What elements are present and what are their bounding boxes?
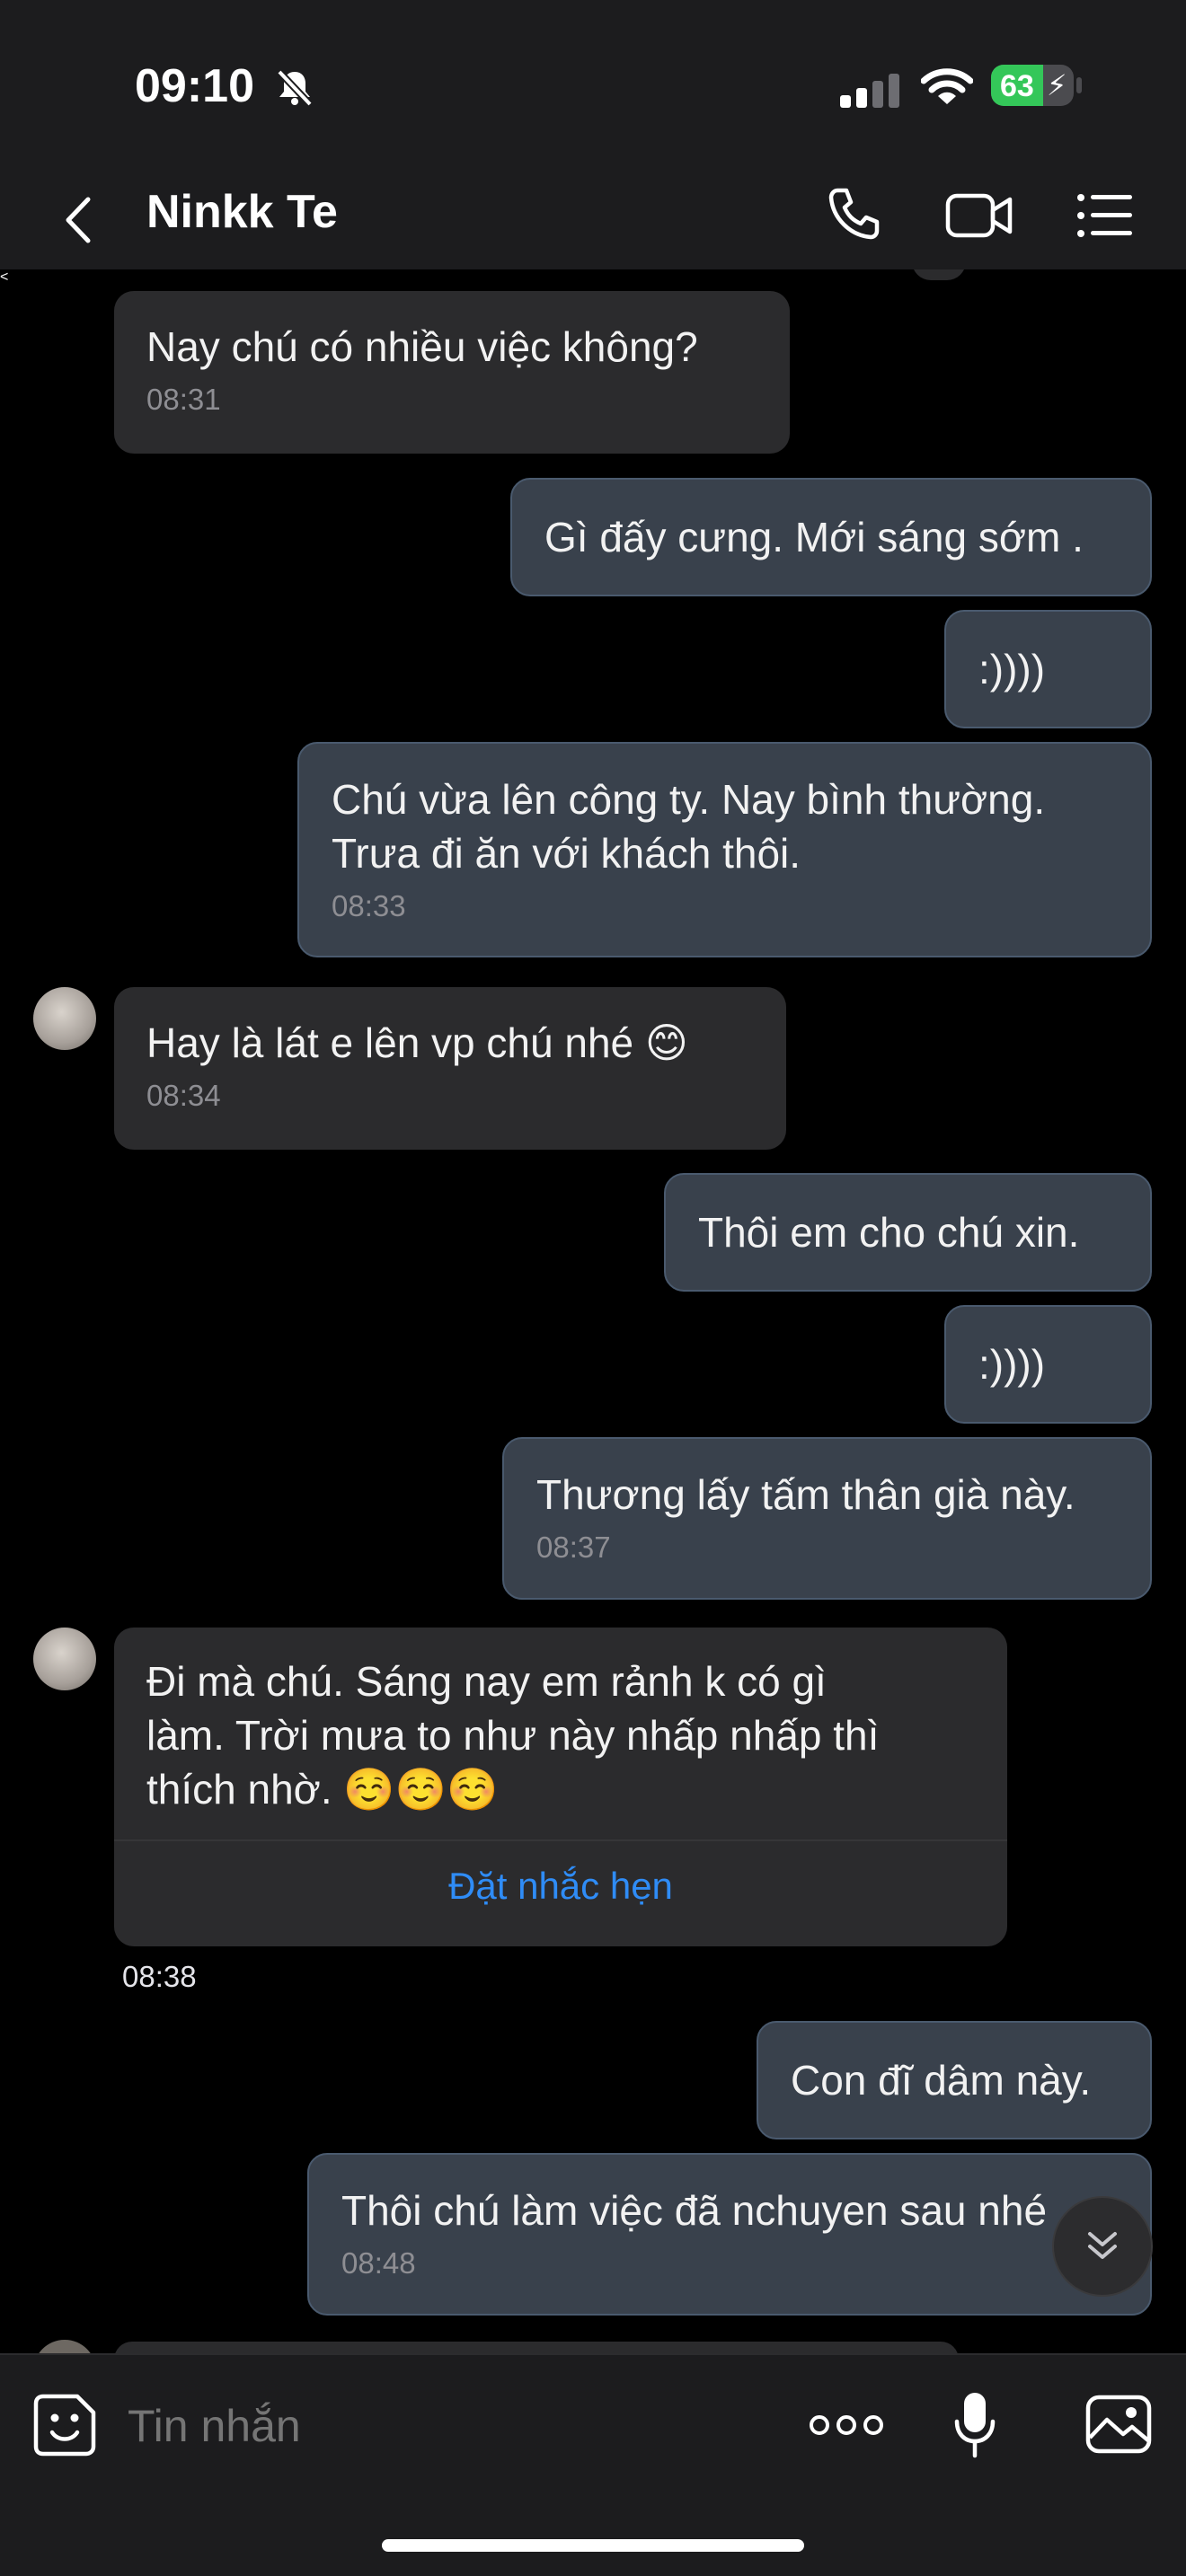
message-time: 08:31 xyxy=(146,383,221,416)
more-options-icon[interactable] xyxy=(809,2413,884,2438)
message-text: :)))) xyxy=(978,646,1046,693)
chat-header: Ninkk Te xyxy=(0,171,1186,269)
status-bar: 09:10 63 ⚡ xyxy=(0,0,1186,171)
message-bubble-outgoing[interactable]: Con đĩ dâm này. xyxy=(757,2021,1152,2139)
wifi-icon xyxy=(921,68,973,104)
charging-bolt-icon: ⚡ xyxy=(1047,69,1067,101)
microphone-icon[interactable] xyxy=(952,2389,997,2461)
message-time: 08:34 xyxy=(146,1079,221,1112)
message-time: 08:38 xyxy=(122,1960,197,1993)
message-list[interactable]: Nay chú có nhiều việc không? 08:31 Gì đấ… xyxy=(0,269,1186,2353)
message-text: Nay chú có nhiều việc không? xyxy=(146,323,698,370)
set-reminder-button[interactable]: Đặt nhắc hẹn xyxy=(114,1841,1007,1931)
message-time: 08:48 xyxy=(341,2246,416,2280)
partial-avatar-bottom xyxy=(33,2340,96,2353)
contact-name[interactable]: Ninkk Te xyxy=(146,185,338,239)
message-text: Thương lấy tấm thân già này. xyxy=(536,1471,1075,1518)
composer-divider xyxy=(0,2353,1186,2355)
partial-avatar-top xyxy=(912,269,966,280)
message-bubble-incoming[interactable]: Nay chú có nhiều việc không? 08:31 xyxy=(114,291,790,454)
message-text: Đi mà chú. Sáng nay em rảnh k có gì làm.… xyxy=(146,1658,880,1813)
partial-bubble-bottom xyxy=(114,2342,959,2353)
sticker-emoji-icon[interactable] xyxy=(32,2393,97,2457)
message-text: Hay là lát e lên vp chú nhé 😊 xyxy=(146,1019,688,1066)
message-time: 08:37 xyxy=(536,1531,611,1564)
status-time: 09:10 xyxy=(135,60,254,112)
message-bubble-incoming[interactable]: Hay là lát e lên vp chú nhé 😊 08:34 xyxy=(114,987,786,1150)
composer-bar xyxy=(0,2353,1186,2576)
contact-avatar[interactable] xyxy=(33,1628,96,1690)
back-chevron-icon[interactable] xyxy=(61,194,93,246)
message-text: Chú vừa lên công ty. Nay bình thường. Tr… xyxy=(332,776,1046,877)
message-bubble-outgoing[interactable]: Gì đấy cưng. Mới sáng sớm . xyxy=(510,478,1152,596)
message-bubble-outgoing[interactable]: :)))) xyxy=(944,1305,1152,1424)
contact-avatar[interactable] xyxy=(33,987,96,1050)
menu-list-icon[interactable] xyxy=(1076,192,1134,239)
message-input[interactable] xyxy=(126,2393,758,2459)
message-time: 08:33 xyxy=(332,889,406,922)
silent-bell-icon xyxy=(277,69,313,107)
battery-cap xyxy=(1076,77,1082,93)
message-bubble-outgoing[interactable]: Thương lấy tấm thân già này. 08:37 xyxy=(502,1437,1152,1600)
video-call-icon[interactable] xyxy=(945,189,1013,243)
message-bubble-outgoing[interactable]: Chú vừa lên công ty. Nay bình thường. Tr… xyxy=(297,742,1152,957)
gallery-image-icon[interactable] xyxy=(1085,2395,1152,2454)
battery-percent: 63 xyxy=(1000,69,1034,103)
message-bubble-incoming[interactable]: Đi mà chú. Sáng nay em rảnh k có gì làm.… xyxy=(114,1628,1007,1946)
phone-call-icon[interactable] xyxy=(825,185,882,243)
message-text: :)))) xyxy=(978,1341,1046,1388)
message-text: Con đĩ dâm này. xyxy=(791,2057,1092,2104)
message-text: Gì đấy cưng. Mới sáng sớm . xyxy=(544,514,1084,560)
message-text: Thôi em cho chú xin. xyxy=(698,1209,1080,1256)
home-indicator xyxy=(382,2539,804,2552)
message-text: Thôi chú làm việc đã nchuyen sau nhé xyxy=(341,2187,1048,2234)
message-bubble-outgoing[interactable]: Thôi em cho chú xin. xyxy=(664,1173,1152,1292)
message-bubble-outgoing[interactable]: :)))) xyxy=(944,610,1152,728)
message-bubble-outgoing[interactable]: Thôi chú làm việc đã nchuyen sau nhé 08:… xyxy=(307,2153,1152,2316)
battery-indicator: 63 ⚡ xyxy=(991,65,1074,106)
double-chevron-down-icon xyxy=(1088,2232,1117,2259)
scroll-to-bottom-button[interactable] xyxy=(1052,2196,1153,2297)
cellular-signal-icon xyxy=(840,74,899,108)
